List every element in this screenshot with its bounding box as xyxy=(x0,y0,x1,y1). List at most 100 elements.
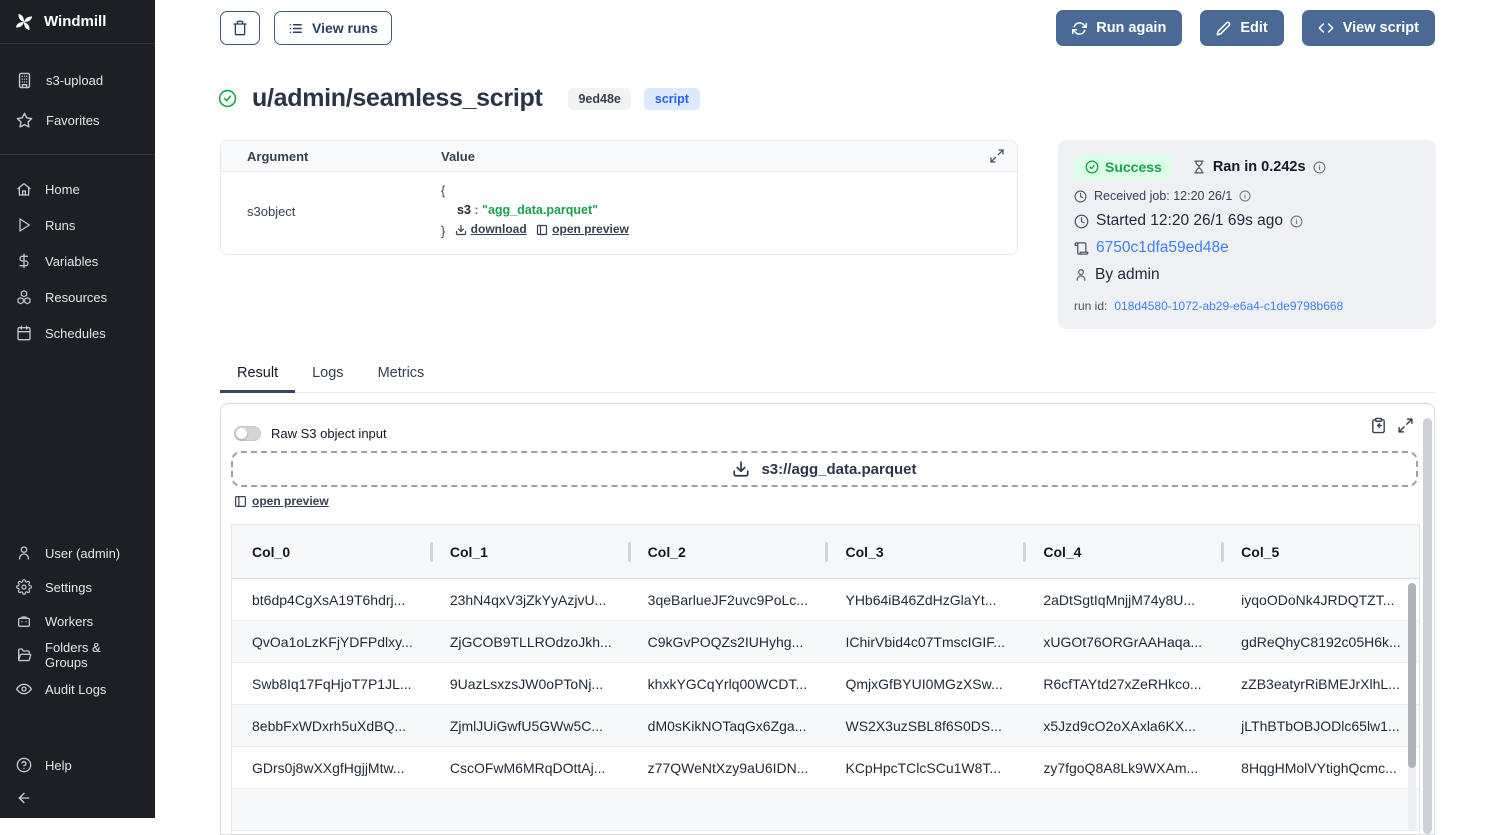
started-time: Started 12:20 26/1 69s ago xyxy=(1096,212,1283,230)
result-panel: Raw S3 object input s3://agg_data.parque… xyxy=(220,403,1435,835)
dollar-icon xyxy=(16,253,32,269)
tab-result[interactable]: Result xyxy=(220,356,295,393)
table-header-row: Col_0 Col_1 Col_2 Col_3 Col_4 Col_5 xyxy=(232,525,1419,579)
tab-logs[interactable]: Logs xyxy=(295,356,360,393)
sidebar-item-folders-groups[interactable]: Folders & Groups xyxy=(0,638,155,672)
table-cell: zZB3eatyrRiBMEJrXlhL... xyxy=(1221,676,1419,692)
calendar-icon xyxy=(16,325,32,341)
json-colon: : xyxy=(474,203,478,217)
open-preview-link[interactable]: open preview xyxy=(234,494,329,508)
sidebar-item-label: Settings xyxy=(45,580,92,595)
sidebar-item-label: Variables xyxy=(45,254,98,269)
sidebar-item-workers[interactable]: Workers xyxy=(0,604,155,638)
panel-preview-icon xyxy=(536,224,548,236)
star-icon xyxy=(16,112,33,129)
info-icon[interactable] xyxy=(1290,215,1303,228)
sidebar-item-label: s3-upload xyxy=(46,73,103,88)
table-cell: dM0sKikNOTaqGx6Zga... xyxy=(628,718,826,734)
edit-button[interactable]: Edit xyxy=(1200,10,1283,46)
tab-metrics[interactable]: Metrics xyxy=(361,356,442,393)
triggered-by: By admin xyxy=(1095,266,1160,284)
sidebar-item-audit-logs[interactable]: Audit Logs xyxy=(0,672,155,706)
check-circle-icon xyxy=(218,89,237,108)
sidebar-item-user[interactable]: User (admin) xyxy=(0,536,155,570)
sidebar-item-help[interactable]: Help xyxy=(0,748,155,782)
table-row: Swb8Iq17FqHjoT7P1JL... 9UazLsxzsJW0oPToN… xyxy=(232,663,1419,705)
open-preview-link[interactable]: open preview xyxy=(536,220,629,239)
table-row: 8ebbFxWDxrh5uXdBQ... ZjmlJUiGwfU5GWw5C..… xyxy=(232,705,1419,747)
pencil-icon xyxy=(1216,21,1231,36)
raw-s3-toggle[interactable] xyxy=(234,426,261,441)
table-cell: 8ebbFxWDxrh5uXdBQ... xyxy=(232,718,430,734)
table-cell: 2aDtSgtIqMnjjM74y8U... xyxy=(1023,592,1221,608)
table-cell: GDrs0j8wXXgfHgjjMtw... xyxy=(232,760,430,776)
table-cell: 9UazLsxzsJW0oPToNj... xyxy=(430,676,628,692)
column-header[interactable]: Col_4 xyxy=(1023,525,1221,578)
table-cell: Swb8Iq17FqHjoT7P1JL... xyxy=(232,676,430,692)
column-header[interactable]: Col_1 xyxy=(430,525,628,578)
play-icon xyxy=(16,217,32,233)
raw-s3-toggle-label: Raw S3 object input xyxy=(271,426,387,441)
sidebar-item-s3-upload[interactable]: s3-upload xyxy=(0,60,155,100)
run-again-button[interactable]: Run again xyxy=(1056,10,1182,46)
sidebar-item-schedules[interactable]: Schedules xyxy=(0,315,155,351)
s3-file-download-box[interactable]: s3://agg_data.parquet xyxy=(231,451,1418,487)
refresh-icon xyxy=(1072,21,1087,36)
sidebar-item-favorites[interactable]: Favorites xyxy=(0,100,155,140)
script-hash-badge[interactable]: 9ed48e xyxy=(568,88,630,110)
collapse-sidebar-button[interactable] xyxy=(0,782,155,818)
sidebar-item-runs[interactable]: Runs xyxy=(0,207,155,243)
trash-icon xyxy=(232,20,248,36)
table-cell: z77QWeNtXzy9aU6IDN... xyxy=(628,760,826,776)
result-panel-scrollbar[interactable] xyxy=(1423,418,1432,834)
json-close-brace: } xyxy=(441,225,445,239)
expand-icon[interactable] xyxy=(989,148,1005,164)
arguments-table-row: s3object { s3 : "agg_data.parquet" } dow… xyxy=(221,172,1017,254)
sidebar-item-variables[interactable]: Variables xyxy=(0,243,155,279)
sidebar-item-label: Home xyxy=(45,182,80,197)
table-cell: iyqoODoNk4JRDQTZT... xyxy=(1221,592,1419,608)
windmill-logo[interactable]: Windmill xyxy=(0,0,155,44)
job-hash-link[interactable]: 6750c1dfa59ed48e xyxy=(1096,239,1229,257)
table-cell: QmjxGfBYUI0MGzXSw... xyxy=(825,676,1023,692)
table-cell: 23hN4qxV3jZkYyAzjvU... xyxy=(430,592,628,608)
user-icon xyxy=(1074,268,1088,282)
sidebar-item-home[interactable]: Home xyxy=(0,171,155,207)
eye-icon xyxy=(16,681,32,697)
table-cell: WS2X3uzSBL8f6S0DS... xyxy=(825,718,1023,734)
sidebar-item-resources[interactable]: Resources xyxy=(0,279,155,315)
clock-icon xyxy=(1074,190,1087,203)
table-cell: 8HqgHMolVYtighQcmc... xyxy=(1221,760,1419,776)
expand-icon[interactable] xyxy=(1397,417,1414,434)
run-id-link[interactable]: 018d4580-1072-ab29-e6a4-c1de9798b668 xyxy=(1114,299,1343,313)
table-cell: 3qeBarlueJF2uvc9PoLc... xyxy=(628,592,826,608)
column-header[interactable]: Col_3 xyxy=(825,525,1023,578)
sidebar-item-label: Schedules xyxy=(45,326,106,341)
sidebar-item-settings[interactable]: Settings xyxy=(0,570,155,604)
view-runs-button[interactable]: View runs xyxy=(274,11,392,45)
info-icon[interactable] xyxy=(1239,190,1251,202)
column-header[interactable]: Col_2 xyxy=(628,525,826,578)
table-row xyxy=(232,789,1419,831)
table-cell: x5Jzd9cO2oXAxla6KX... xyxy=(1023,718,1221,734)
info-icon[interactable] xyxy=(1313,161,1326,174)
table-scrollbar[interactable] xyxy=(1408,583,1416,830)
json-open-brace: { xyxy=(441,182,629,201)
sidebar-item-label: Workers xyxy=(45,614,93,629)
value-column-header: Value xyxy=(441,149,475,164)
sidebar-account-section: User (admin) Settings Workers Folders & … xyxy=(0,536,155,818)
sidebar-main-nav: Home Runs Variables Resources Schedules xyxy=(0,155,155,361)
boxes-icon xyxy=(16,289,32,305)
view-script-button[interactable]: View script xyxy=(1302,10,1435,46)
column-header[interactable]: Col_0 xyxy=(232,525,430,578)
column-header[interactable]: Col_5 xyxy=(1221,525,1419,578)
table-cell: zy7fgoQ8A8Lk9WXAm... xyxy=(1023,760,1221,776)
download-link[interactable]: download xyxy=(455,220,527,239)
sidebar-item-label: Audit Logs xyxy=(45,682,106,697)
sidebar-item-label: Resources xyxy=(45,290,107,305)
table-cell: C9kGvPOQZs2IUHyhg... xyxy=(628,634,826,650)
building-icon xyxy=(16,72,33,89)
delete-button[interactable] xyxy=(220,11,260,45)
copy-clipboard-icon[interactable] xyxy=(1370,417,1387,434)
gear-icon xyxy=(16,579,32,595)
